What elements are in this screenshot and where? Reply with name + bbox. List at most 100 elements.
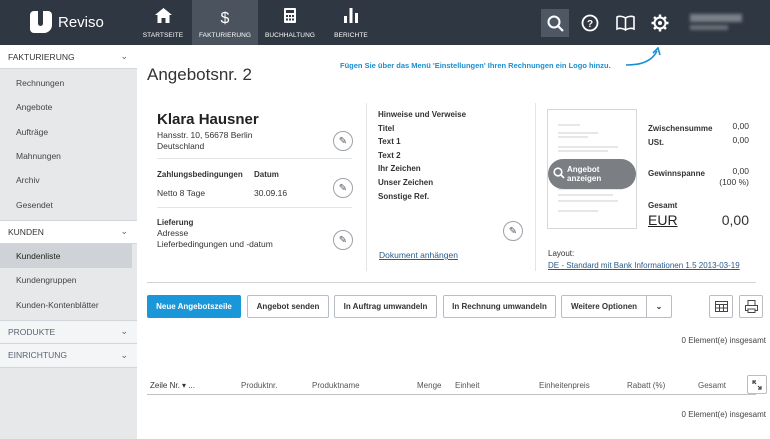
expand-table-button[interactable] — [747, 375, 767, 394]
send-offer-button[interactable]: Angebot senden — [247, 295, 329, 318]
attach-document-link[interactable]: Dokument anhängen — [379, 250, 458, 260]
search-button[interactable] — [541, 9, 569, 37]
margin-percent: (100 %) — [719, 177, 749, 187]
nav-berichte[interactable]: BERICHTE — [318, 0, 384, 45]
nav-fakturierung[interactable]: $ FAKTURIERUNG — [192, 0, 258, 45]
edit-delivery-button[interactable]: ✎ — [333, 230, 353, 250]
book-icon — [615, 15, 635, 31]
ref-hinweise: Hinweise und Verweise — [378, 110, 467, 119]
customer-name: Klara Hausner — [157, 111, 259, 128]
main-content: Angebotsnr. 2 Fügen Sie über das Menü 'E… — [137, 45, 770, 439]
subtotal-value: 0,00 — [732, 121, 749, 131]
nav-buchhaltung[interactable]: BUCHHALTUNG — [257, 0, 323, 45]
chevron-down-icon: ⌄ — [655, 302, 663, 311]
divider — [147, 282, 756, 283]
magnifier-icon — [553, 166, 565, 182]
page-title: Angebotsnr. 2 — [147, 65, 252, 84]
layout-link[interactable]: DE - Standard mit Bank Informationen 1.5… — [548, 261, 740, 270]
pencil-icon: ✎ — [338, 182, 348, 194]
ref-unser-zeichen: Unser Zeichen — [378, 177, 434, 187]
date-value: 30.09.16 — [254, 188, 288, 198]
sidebar-item-kundenliste[interactable]: Kundenliste — [0, 243, 132, 269]
delivery-terms: Lieferbedingungen und -datum — [157, 239, 273, 249]
col-menge[interactable]: Menge — [417, 381, 441, 390]
layout-label: Layout: — [548, 249, 575, 258]
convert-to-order-button[interactable]: In Auftrag umwandeln — [334, 295, 437, 318]
sidebar-item-rechnungen[interactable]: Rechnungen — [0, 71, 137, 95]
table-view-button[interactable] — [709, 295, 733, 318]
bar-chart-icon — [344, 8, 358, 27]
edit-terms-button[interactable]: ✎ — [333, 178, 353, 198]
divider — [535, 103, 536, 271]
payment-terms-label: Zahlungsbedingungen — [157, 170, 243, 179]
edit-references-button[interactable]: ✎ — [503, 221, 523, 241]
sidebar-item-mahnungen[interactable]: Mahnungen — [0, 144, 137, 168]
col-einheitenpreis[interactable]: Einheitenpreis — [539, 381, 590, 390]
table-icon — [714, 301, 728, 312]
customer-country: Deutschland — [157, 141, 205, 151]
sidebar-item-auftraege[interactable]: Aufträge — [0, 120, 137, 144]
more-options-dropdown[interactable]: ⌄ — [646, 295, 672, 318]
col-produktnr[interactable]: Produktnr. — [241, 381, 277, 390]
gear-icon — [651, 14, 669, 32]
subtotal-label: Zwischensumme — [648, 124, 713, 133]
svg-text:?: ? — [587, 19, 593, 30]
references-list: Hinweise und Verweise Titel Text 1 Text … — [378, 110, 466, 205]
margin-value: 0,00 — [732, 166, 749, 176]
customer-street: Hansstr. 10, 56678 Berlin — [157, 130, 253, 140]
new-offer-line-button[interactable]: Neue Angebotszeile — [147, 295, 241, 318]
sort-desc-icon: ▾ — [182, 381, 187, 390]
ref-titel: Titel — [378, 123, 395, 133]
settings-button[interactable] — [646, 9, 674, 37]
sidebar-item-gesendet[interactable]: Gesendet — [0, 192, 137, 216]
sidebar-item-archiv[interactable]: Archiv — [0, 168, 137, 192]
dollar-icon: $ — [220, 10, 230, 27]
col-produktname[interactable]: Produktname — [312, 381, 360, 390]
ref-text1: Text 1 — [378, 137, 401, 147]
payment-terms-value: Netto 8 Tage — [157, 188, 206, 198]
col-gesamt[interactable]: Gesamt — [698, 381, 726, 390]
item-count-top: 0 Element(e) insgesamt — [681, 336, 766, 345]
item-count-bottom: 0 Element(e) insgesamt — [681, 410, 766, 419]
sidebar-section-produkte[interactable]: PRODUKTE ⌄ — [0, 319, 137, 344]
print-button[interactable] — [739, 295, 763, 318]
app-logo[interactable]: Reviso — [30, 11, 104, 33]
documentation-button[interactable] — [611, 9, 639, 37]
chevron-down-icon: ⌄ — [120, 326, 128, 337]
sidebar-section-kunden[interactable]: KUNDEN ⌄ — [0, 219, 137, 244]
convert-to-invoice-button[interactable]: In Rechnung umwandeln — [443, 295, 556, 318]
vat-value: 0,00 — [732, 135, 749, 145]
expand-icon — [752, 379, 762, 390]
chevron-down-icon: ⌄ — [120, 226, 128, 237]
sidebar-item-angebote[interactable]: Angebote — [0, 95, 137, 119]
sidebar-item-kundengruppen[interactable]: Kundengruppen — [0, 268, 137, 292]
col-zeile-nr[interactable]: Zeile Nr. ▾ ... — [150, 381, 195, 390]
vat-label: USt. — [648, 138, 664, 147]
calculator-icon — [284, 8, 296, 27]
user-name-blurred[interactable] — [690, 14, 742, 22]
help-button[interactable]: ? — [576, 9, 604, 37]
print-icon — [744, 300, 758, 313]
logo-hint-text: Fügen Sie über das Menü 'Einstellungen' … — [340, 61, 611, 70]
sidebar-section-einrichtung[interactable]: EINRICHTUNG ⌄ — [0, 343, 137, 368]
sidebar-section-fakturierung[interactable]: FAKTURIERUNG ⌄ — [0, 45, 137, 69]
sidebar: FAKTURIERUNG ⌄ Rechnungen Angebote Auftr… — [0, 45, 137, 439]
ref-text2: Text 2 — [378, 150, 401, 160]
customer-address: Hansstr. 10, 56678 Berlin Deutschland — [157, 130, 252, 152]
search-icon — [547, 15, 564, 32]
show-offer-button[interactable]: Angebot anzeigen — [548, 159, 636, 189]
edit-customer-button[interactable]: ✎ — [333, 131, 353, 151]
top-navigation-bar: Reviso STARTSEITE $ FAKTURIERUNG BUCHHAL… — [0, 0, 770, 45]
col-rabatt[interactable]: Rabatt (%) — [627, 381, 665, 390]
pencil-icon: ✎ — [338, 135, 348, 147]
col-einheit[interactable]: Einheit — [455, 381, 479, 390]
currency-selector[interactable]: EUR — [648, 212, 678, 228]
pencil-icon: ✎ — [338, 234, 348, 246]
divider — [157, 207, 352, 208]
sidebar-item-kunden-kontenblaetter[interactable]: Kunden-Kontenblätter — [0, 292, 137, 316]
nav-startseite[interactable]: STARTSEITE — [130, 0, 196, 45]
more-options-button[interactable]: Weitere Optionen — [561, 295, 647, 318]
divider — [157, 158, 352, 159]
table-header-divider — [147, 394, 756, 395]
chevron-down-icon: ⌄ — [120, 349, 128, 360]
